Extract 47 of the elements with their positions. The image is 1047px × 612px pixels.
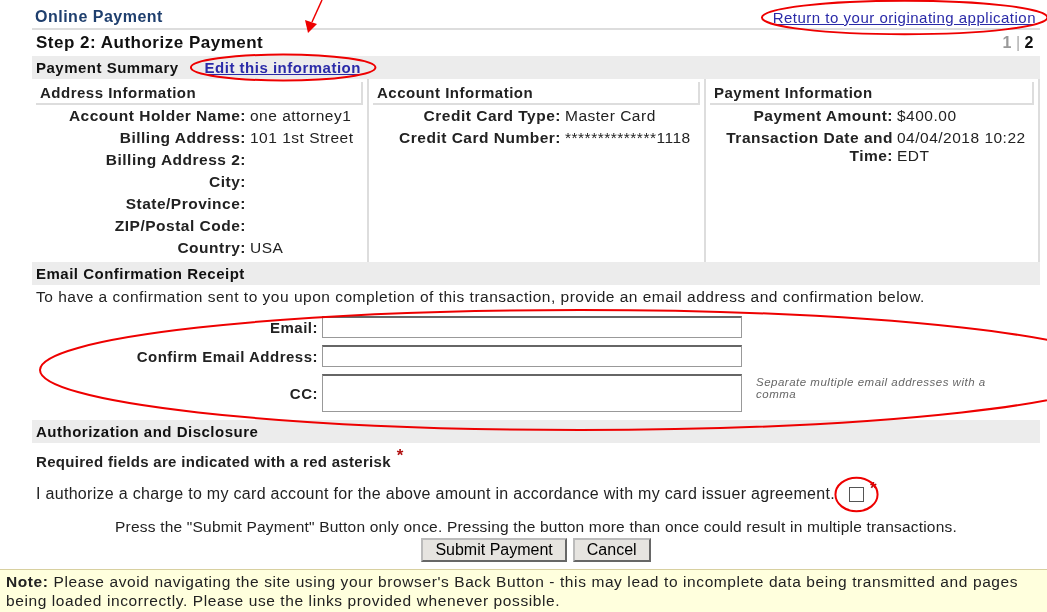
field-label: City: bbox=[208, 173, 246, 191]
agreement-text: I authorize a charge to my card account for the above amount in accordance with my card issuer agreement. bbox=[36, 485, 835, 503]
field-label: CC: bbox=[289, 384, 318, 402]
field-label: Credit Card Number: bbox=[398, 129, 561, 147]
instruction-text: Press the "Submit Payment" Button only once. Pressing the button more than once could result in multiple transactions. bbox=[115, 518, 957, 536]
field-label: Credit Card Type: bbox=[422, 107, 561, 125]
field-label: Payment Amount: bbox=[752, 107, 893, 125]
field-value: USA bbox=[250, 239, 285, 257]
field-hint: Separate multiple email addresses with a comma bbox=[756, 376, 987, 400]
email-input[interactable] bbox=[322, 345, 742, 367]
section-title: Email Confirmation Receipt bbox=[36, 265, 245, 282]
field-value: 101 1st Street bbox=[250, 129, 355, 147]
cancel-button[interactable]: Cancel bbox=[572, 538, 651, 562]
field-value: Master Card bbox=[565, 107, 657, 125]
field-label: Billing Address: bbox=[118, 129, 246, 147]
step-number: 1 bbox=[1002, 34, 1012, 52]
field-label: Transaction Date and Time: bbox=[725, 129, 893, 165]
step-title: Step 2: Authorize Payment bbox=[36, 33, 264, 53]
field-label: ZIP/Postal Code: bbox=[113, 217, 246, 235]
pager-separator: | bbox=[1015, 34, 1021, 52]
field-value: $400.00 bbox=[897, 107, 958, 125]
email-input[interactable] bbox=[322, 316, 742, 338]
field-label: Confirm Email Address: bbox=[136, 347, 318, 365]
field-value: one attorney1 bbox=[250, 107, 353, 125]
agreement-checkbox[interactable] bbox=[849, 486, 864, 502]
annotation-ellipse bbox=[835, 476, 878, 512]
step-number: 2 bbox=[1024, 34, 1034, 52]
required-note: Required fields are indicated with a red asterisk bbox=[36, 452, 391, 470]
panel-heading: Address Information bbox=[36, 82, 363, 105]
instruction-text: To have a confirmation sent to you upon completion of this transaction, provide an email address and confirmation below. bbox=[35, 287, 926, 307]
submit-button[interactable]: Submit Payment bbox=[421, 538, 567, 562]
field-value: **************1118 bbox=[565, 129, 692, 147]
note-text: Note: Please avoid navigating the site using your browser's Back Button - this may lead to incomplete data being transmitted and pages being loaded incorrectly. Please use the links provided whenever possible. bbox=[0, 569, 1047, 612]
page-title: Online Payment bbox=[35, 8, 163, 26]
field-label: Country: bbox=[176, 239, 246, 257]
panel-heading: Account Information bbox=[373, 82, 700, 105]
field-label: Billing Address 2: bbox=[104, 151, 246, 169]
panel-heading: Payment Information bbox=[710, 82, 1034, 105]
field-label: State/Province: bbox=[124, 195, 246, 213]
annotation-arrow bbox=[305, 0, 323, 33]
required-asterisk: * bbox=[396, 446, 404, 466]
section-title: Payment Summary bbox=[36, 59, 179, 76]
cc-textarea[interactable] bbox=[322, 374, 742, 412]
section-title: Authorization and Disclosure bbox=[36, 423, 259, 440]
field-label: Account Holder Name: bbox=[67, 107, 246, 125]
field-value: 04/04/2018 10:22 EDT bbox=[897, 129, 1027, 165]
field-label: Email: bbox=[270, 318, 318, 336]
